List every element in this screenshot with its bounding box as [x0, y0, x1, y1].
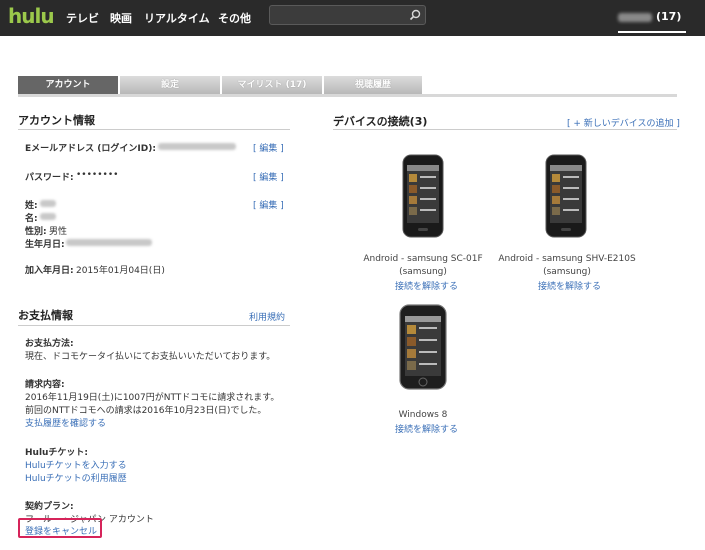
- user-name-blurred: [618, 12, 652, 22]
- payment-info-rule: [18, 325, 290, 326]
- billing-line-1: 2016年11月19日(土)に1007円がNTTドコモに請求されます。: [25, 393, 280, 403]
- nav-tv[interactable]: テレビ: [66, 10, 99, 26]
- first-name-label: 名:: [25, 214, 38, 224]
- devices-rule: [333, 129, 677, 130]
- payment-info-title: お支払情報: [18, 309, 73, 322]
- hulu-logo[interactable]: hulu: [8, 4, 55, 28]
- tab-mylist[interactable]: マイリスト (17): [222, 76, 322, 94]
- device-1-name: Android - samsung SC-01F: [363, 254, 483, 264]
- tab-divider: [18, 94, 677, 97]
- user-menu[interactable]: (17): [618, 10, 686, 32]
- gender-label: 性別:: [25, 227, 47, 237]
- user-menu-underline: [618, 31, 686, 33]
- android-phone-icon: [545, 154, 587, 238]
- joined-label: 加入年月日:: [25, 266, 74, 276]
- edit-password-link[interactable]: [ 編集 ]: [253, 170, 284, 183]
- search-icon[interactable]: [409, 9, 421, 21]
- nav-other[interactable]: その他: [218, 10, 251, 26]
- device-1-unlink-link[interactable]: 接続を解除する: [395, 279, 458, 292]
- cancel-subscription-link[interactable]: 登録をキャンセル: [25, 524, 97, 537]
- birthday-blurred: [66, 239, 152, 246]
- top-navigation-bar: hulu テレビ 映画 リアルタイム その他 (17): [0, 0, 705, 36]
- device-3-name: Windows 8: [398, 410, 448, 420]
- edit-name-link[interactable]: [ 編集 ]: [253, 198, 284, 211]
- device-2-maker: (samsung): [543, 267, 591, 277]
- user-notification-count: (17): [656, 10, 682, 23]
- ticket-history-link[interactable]: Huluチケットの利用履歴: [25, 471, 127, 484]
- android-phone-icon: [402, 154, 444, 238]
- ticket-label: Huluチケット:: [25, 448, 89, 458]
- devices-title: デバイスの接続(3): [333, 115, 428, 128]
- email-value-blurred: [158, 143, 236, 150]
- payment-method-label: お支払方法:: [25, 339, 74, 349]
- device-2-name: Android - samsung SHV-E210S: [498, 254, 636, 264]
- first-name-blurred: [40, 213, 56, 220]
- plan-label: 契約プラン:: [25, 502, 74, 512]
- birthday-label: 生年月日:: [25, 240, 65, 250]
- tab-settings[interactable]: 設定: [120, 76, 220, 94]
- payment-method-value: 現在、ドコモケータイ払いにてお支払いいただいております。: [25, 352, 276, 362]
- terms-link[interactable]: 利用規約: [249, 310, 285, 323]
- last-name-blurred: [40, 200, 56, 207]
- gender-value: 男性: [49, 227, 68, 237]
- account-info-rule: [18, 129, 290, 130]
- device-1-maker: (samsung): [399, 267, 447, 277]
- nav-realtime[interactable]: リアルタイム: [144, 10, 210, 26]
- billing-label: 請求内容:: [25, 380, 65, 390]
- last-name-label: 姓:: [25, 201, 38, 211]
- device-2-unlink-link[interactable]: 接続を解除する: [538, 279, 601, 292]
- joined-value: 2015年01月04日(日): [76, 266, 165, 276]
- email-label: Eメールアドレス (ログインID):: [25, 144, 156, 154]
- nav-movies[interactable]: 映画: [110, 10, 132, 26]
- billing-history-link[interactable]: 支払履歴を確認する: [25, 416, 106, 429]
- password-label: パスワード:: [25, 173, 74, 183]
- tab-account[interactable]: アカウント: [18, 76, 118, 94]
- windows-phone-icon: [399, 304, 447, 390]
- search-input[interactable]: [269, 5, 426, 25]
- tab-history[interactable]: 視聴履歴: [324, 76, 422, 94]
- add-device-link[interactable]: [ + 新しいデバイスの追加 ]: [567, 116, 680, 129]
- billing-line-2: 前回のNTTドコモへの請求は2016年10月23日(日)でした。: [25, 406, 267, 416]
- account-info-title: アカウント情報: [18, 114, 95, 127]
- password-value: ••••••••: [76, 170, 119, 180]
- ticket-enter-link[interactable]: Huluチケットを入力する: [25, 458, 127, 471]
- edit-email-link[interactable]: [ 編集 ]: [253, 141, 284, 154]
- device-3-unlink-link[interactable]: 接続を解除する: [395, 422, 458, 435]
